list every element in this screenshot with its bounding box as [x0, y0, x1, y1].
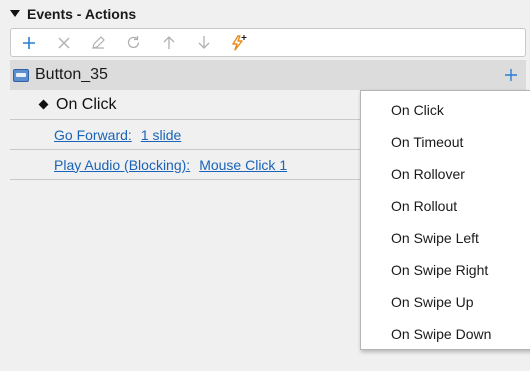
- events-toolbar: [10, 28, 526, 57]
- move-up-button[interactable]: [151, 29, 186, 57]
- plus-icon: [22, 36, 35, 49]
- menu-item-on-swipe-right[interactable]: On Swipe Right: [361, 254, 530, 286]
- arrow-up-icon: [163, 36, 174, 49]
- arrow-down-icon: [198, 36, 209, 49]
- menu-item-on-timeout[interactable]: On Timeout: [361, 126, 530, 158]
- action-param-link[interactable]: 1 slide: [141, 127, 181, 143]
- object-name: Button_35: [35, 66, 108, 83]
- action-row[interactable]: Go Forward: 1 slide: [10, 120, 360, 150]
- delete-button[interactable]: [46, 29, 81, 57]
- edit-button[interactable]: [81, 29, 116, 57]
- menu-item-on-click[interactable]: On Click: [361, 94, 530, 126]
- action-name-link[interactable]: Go Forward:: [54, 127, 132, 143]
- refresh-button[interactable]: [116, 29, 151, 57]
- action-name-link[interactable]: Play Audio (Blocking):: [54, 157, 190, 173]
- panel-header[interactable]: Events - Actions: [0, 0, 530, 27]
- menu-item-on-rollover[interactable]: On Rollover: [361, 158, 530, 190]
- menu-item-on-swipe-up[interactable]: On Swipe Up: [361, 286, 530, 318]
- pencil-icon: [92, 36, 105, 49]
- collapse-arrow-icon[interactable]: [10, 10, 20, 17]
- action-param-link[interactable]: Mouse Click 1: [199, 157, 287, 173]
- event-type-dropdown: On Click On Timeout On Rollover On Rollo…: [360, 90, 530, 350]
- event-row[interactable]: On Click: [10, 90, 360, 120]
- close-icon: [58, 37, 69, 48]
- diamond-icon: [38, 99, 49, 110]
- menu-item-on-rollout[interactable]: On Rollout: [361, 190, 530, 222]
- action-row[interactable]: Play Audio (Blocking): Mouse Click 1: [10, 150, 360, 180]
- menu-item-on-swipe-down[interactable]: On Swipe Down: [361, 318, 530, 350]
- menu-item-on-swipe-left[interactable]: On Swipe Left: [361, 222, 530, 254]
- lightning-plus-icon: [231, 34, 246, 51]
- object-row[interactable]: Button_35: [10, 60, 526, 90]
- refresh-icon: [127, 36, 140, 49]
- panel-title: Events - Actions: [27, 5, 137, 22]
- add-trigger-button[interactable]: [221, 29, 256, 57]
- button-object-icon: [13, 68, 29, 82]
- event-label: On Click: [56, 95, 117, 113]
- add-event-button[interactable]: [11, 29, 46, 57]
- plus-icon: [505, 69, 517, 81]
- move-down-button[interactable]: [186, 29, 221, 57]
- add-event-to-object-button[interactable]: [496, 60, 526, 90]
